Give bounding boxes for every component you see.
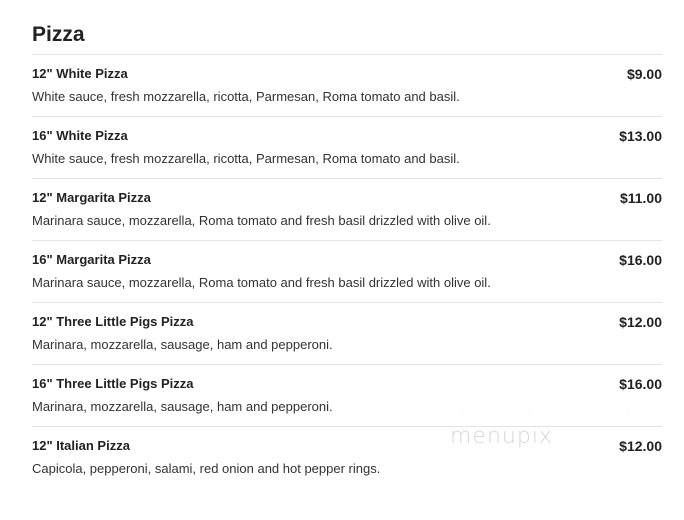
section-title: Pizza <box>32 23 85 46</box>
menu-item: 12" Three Little Pigs Pizza $12.00 Marin… <box>32 302 662 364</box>
menu-item: 12" Italian Pizza $12.00 Capicola, peppe… <box>32 426 662 488</box>
item-price: $16.00 <box>619 376 662 392</box>
item-price: $11.00 <box>619 190 662 206</box>
item-name: 12" Italian Pizza <box>32 438 130 453</box>
item-description: Marinara sauce, mozzarella, Roma tomato … <box>32 213 491 228</box>
item-name: 12" Margarita Pizza <box>32 190 151 205</box>
item-description: White sauce, fresh mozzarella, ricotta, … <box>32 151 460 166</box>
item-name: 16" White Pizza <box>32 128 128 143</box>
item-name: 12" White Pizza <box>32 66 128 81</box>
menu-item: 12" Margarita Pizza $11.00 Marinara sauc… <box>32 178 662 240</box>
watermark-logo: menupix <box>450 424 553 449</box>
watermark-dots: · · · · · · <box>462 408 644 417</box>
item-description: Marinara sauce, mozzarella, Roma tomato … <box>32 275 491 290</box>
menu-item: 16" White Pizza $13.00 White sauce, fres… <box>32 116 662 178</box>
item-price: $9.00 <box>626 66 662 82</box>
item-description: Marinara, mozzarella, sausage, ham and p… <box>32 337 333 352</box>
item-description: Marinara, mozzarella, sausage, ham and p… <box>32 399 333 414</box>
item-name: 16" Margarita Pizza <box>32 252 151 267</box>
item-price: $13.00 <box>619 128 662 144</box>
menu-item: 16" Margarita Pizza $16.00 Marinara sauc… <box>32 240 662 302</box>
item-description: White sauce, fresh mozzarella, ricotta, … <box>32 89 460 104</box>
item-name: 12" Three Little Pigs Pizza <box>32 314 194 329</box>
item-description: Capicola, pepperoni, salami, red onion a… <box>32 461 381 476</box>
item-name: 16" Three Little Pigs Pizza <box>32 376 194 391</box>
item-price: $12.00 <box>619 438 662 454</box>
menu-item: 12" White Pizza $9.00 White sauce, fresh… <box>32 54 662 116</box>
item-price: $12.00 <box>619 314 662 330</box>
item-price: $16.00 <box>619 252 662 268</box>
